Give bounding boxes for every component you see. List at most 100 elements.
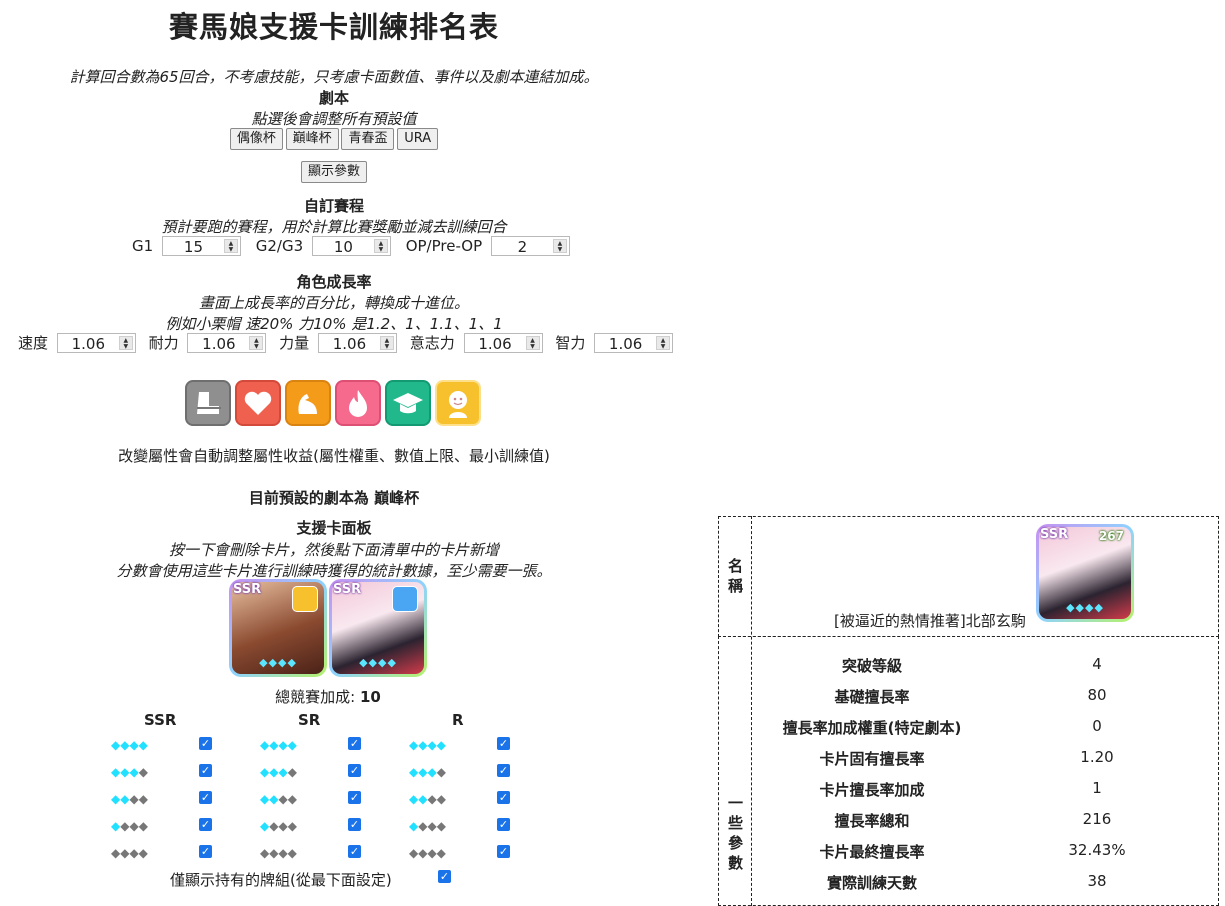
- param-key: 擅長率總和: [834, 812, 910, 830]
- power-label: 力量: [279, 334, 310, 352]
- filter-diamonds-ssr: ◆◆◆◆: [111, 765, 148, 779]
- g1-label: G1: [132, 237, 154, 255]
- filter-checkbox-sr[interactable]: ✓: [348, 791, 361, 804]
- filter-diamonds-ssr: ◆◆◆◆: [111, 738, 148, 752]
- custom-race-desc: 預計要跑的賽程，用於計算比賽獎勵並減去訓練回合: [161, 218, 507, 236]
- op-label: OP/Pre-OP: [405, 237, 483, 255]
- support-card-1[interactable]: SSR ◆◆◆◆: [229, 579, 327, 677]
- speed-growth-input[interactable]: 1.06 ▲ ▼: [56, 332, 136, 353]
- param-key: 卡片擅長率加成: [819, 781, 925, 799]
- stamina-growth-input[interactable]: 1.06 ▲ ▼: [187, 332, 267, 353]
- filter-diamonds-sr: ◆◆◆◆: [260, 765, 297, 779]
- speed-icon[interactable]: [185, 380, 231, 426]
- wisdom-label: 智力: [555, 334, 586, 352]
- op-input[interactable]: 2 ▲ ▼: [490, 236, 570, 256]
- custom-race-heading: 自訂賽程: [303, 197, 364, 215]
- guts-growth-input[interactable]: 1.06 ▲ ▼: [463, 332, 543, 353]
- param-value: 216: [1082, 810, 1112, 828]
- stamina-label: 耐力: [148, 334, 179, 352]
- stamina-icon[interactable]: [235, 380, 281, 426]
- filter-checkbox-ssr[interactable]: ✓: [199, 737, 212, 750]
- spinner-icon[interactable]: ▲ ▼: [118, 335, 133, 350]
- scenario-button-idol[interactable]: 偶像杯: [229, 128, 283, 150]
- filter-diamonds-sr: ◆◆◆◆: [260, 819, 297, 833]
- filter-checkbox-ssr[interactable]: ✓: [199, 764, 212, 777]
- spinner-icon[interactable]: ▲ ▼: [223, 239, 238, 253]
- panel-params-label: 一些參數: [728, 794, 744, 872]
- spinner-icon[interactable]: ▲ ▼: [373, 239, 388, 253]
- param-value: 32.43%: [1068, 841, 1126, 859]
- wisdom-growth-input[interactable]: 1.06 ▲ ▼: [594, 332, 674, 353]
- filter-checkbox-r[interactable]: ✓: [497, 845, 510, 858]
- show-params-button[interactable]: 顯示參數: [300, 161, 367, 183]
- owned-only-checkbox[interactable]: ✓: [438, 870, 451, 883]
- speed-icon: [392, 586, 418, 612]
- param-key: 卡片最終擅長率: [819, 843, 925, 861]
- intro-text: 計算回合數為65回合，不考慮技能，只考慮卡面數值、事件以及劇本連結加成。: [69, 68, 599, 86]
- filter-checkbox-ssr[interactable]: ✓: [199, 818, 212, 831]
- filter-checkbox-sr[interactable]: ✓: [348, 845, 361, 858]
- race-bonus-value: 10: [359, 688, 381, 706]
- race-bonus-label: 總競賽加成:: [275, 688, 356, 706]
- friend-icon[interactable]: [435, 380, 481, 426]
- limit-break-dots: ◆◆◆◆: [359, 656, 397, 669]
- g2g3-input[interactable]: 10 ▲ ▼: [311, 236, 391, 256]
- scenario-subheading: 點選後會調整所有預設值: [251, 110, 417, 128]
- custom-race-row: G1 15 ▲ ▼ G2/G3 10 ▲ ▼ OP/Pre-OP 2 ▲ ▼: [128, 236, 570, 256]
- deck-heading: 支援卡面板: [296, 519, 372, 537]
- panel-card-image: SSR 267 ◆◆◆◆: [1036, 524, 1134, 622]
- filter-checkbox-sr[interactable]: ✓: [348, 764, 361, 777]
- support-card-2[interactable]: SSR ◆◆◆◆: [329, 579, 427, 677]
- growth-row: 速度 1.06 ▲ ▼ 耐力 1.06 ▲ ▼ 力量 1.06 ▲ ▼ 意志力 1.06 ▲ ▼…: [14, 332, 674, 353]
- guts-icon[interactable]: [335, 380, 381, 426]
- scenario-button-peak[interactable]: 巔峰杯: [285, 128, 339, 150]
- power-icon[interactable]: [285, 380, 331, 426]
- filter-diamonds-ssr: ◆◆◆◆: [111, 819, 148, 833]
- spinner-icon[interactable]: ▲ ▼: [525, 335, 540, 350]
- type-note: 改變屬性會自動調整屬性收益(屬性權重、數值上限、最小訓練值): [118, 447, 550, 465]
- growth-desc-2: 例如小栗帽 速20% 力10% 是1.2、1、1.1、1、1: [165, 315, 503, 333]
- filter-header-ssr: SSR: [144, 711, 177, 729]
- filter-checkbox-sr[interactable]: ✓: [348, 737, 361, 750]
- filter-diamonds-ssr: ◆◆◆◆: [111, 792, 148, 806]
- spinner-icon[interactable]: ▲ ▼: [656, 335, 671, 350]
- spinner-icon[interactable]: ▲ ▼: [249, 335, 264, 350]
- param-key: 突破等級: [841, 657, 902, 675]
- filter-diamonds-sr: ◆◆◆◆: [260, 846, 297, 860]
- g1-input[interactable]: 15 ▲ ▼: [161, 236, 241, 256]
- friend-icon: [292, 586, 318, 612]
- growth-desc-1: 畫面上成長率的百分比，轉換成十進位。: [198, 294, 469, 312]
- deck-desc-1: 按一下會刪除卡片，然後點下面清單中的卡片新增: [168, 541, 499, 559]
- scenario-button-youth[interactable]: 青春盃: [341, 128, 395, 150]
- power-growth-input[interactable]: 1.06 ▲ ▼: [317, 332, 397, 353]
- panel-params-section: [718, 636, 1219, 906]
- filter-checkbox-sr[interactable]: ✓: [348, 818, 361, 831]
- spinner-icon[interactable]: ▲ ▼: [552, 239, 567, 253]
- param-value: 1: [1092, 779, 1102, 797]
- page-title: 賽馬娘支援卡訓練排名表: [168, 10, 499, 44]
- wisdom-icon[interactable]: [385, 380, 431, 426]
- rarity-badge: SSR: [233, 582, 262, 597]
- filter-diamonds-sr: ◆◆◆◆: [260, 738, 297, 752]
- owned-only-label: 僅顯示持有的牌組(從最下面設定): [170, 871, 392, 889]
- filter-diamonds-r: ◆◆◆◆: [409, 819, 446, 833]
- limit-break-dots: ◆◆◆◆: [1066, 601, 1104, 614]
- filter-checkbox-ssr[interactable]: ✓: [199, 845, 212, 858]
- filter-header-sr: SR: [298, 711, 321, 729]
- filter-checkbox-r[interactable]: ✓: [497, 791, 510, 804]
- scenario-button-ura[interactable]: URA: [397, 128, 439, 150]
- limit-break-dots: ◆◆◆◆: [259, 656, 297, 669]
- rarity-badge: SSR: [333, 582, 362, 597]
- filter-checkbox-r[interactable]: ✓: [497, 737, 510, 750]
- param-value: 80: [1087, 686, 1107, 704]
- filter-checkbox-r[interactable]: ✓: [497, 818, 510, 831]
- filter-diamonds-r: ◆◆◆◆: [409, 765, 446, 779]
- filter-checkbox-ssr[interactable]: ✓: [199, 791, 212, 804]
- race-bonus: 總競賽加成: 10: [0, 686, 656, 707]
- spinner-icon[interactable]: ▲ ▼: [379, 335, 394, 350]
- param-value: 38: [1087, 872, 1107, 890]
- param-value: 4: [1092, 655, 1102, 673]
- filter-checkbox-r[interactable]: ✓: [497, 764, 510, 777]
- param-value: 0: [1092, 717, 1102, 735]
- filter-diamonds-r: ◆◆◆◆: [409, 792, 446, 806]
